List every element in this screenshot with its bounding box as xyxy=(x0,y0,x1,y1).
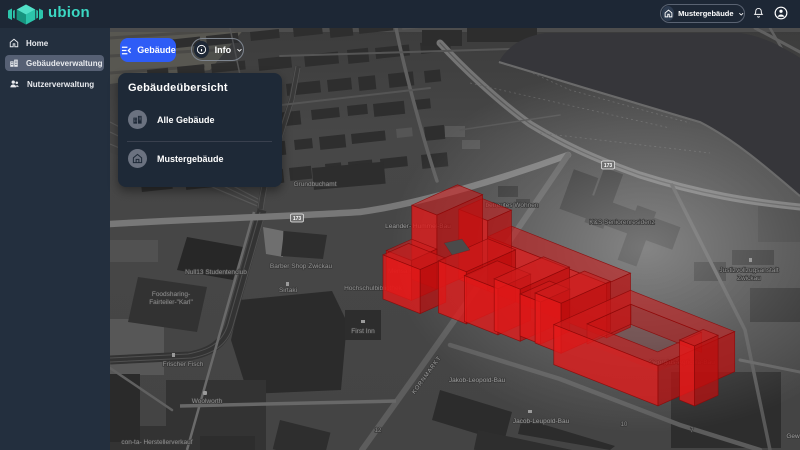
svg-text:Woolworth: Woolworth xyxy=(192,398,223,405)
svg-text:173: 173 xyxy=(604,163,613,169)
svg-text:Frischer Fisch: Frischer Fisch xyxy=(163,361,204,368)
svg-text:12: 12 xyxy=(375,428,382,434)
svg-text:con-ta- Herstellerverkauf: con-ta- Herstellerverkauf xyxy=(121,439,192,446)
svg-text:173: 173 xyxy=(293,216,302,222)
svg-text:Jakob-Leopold-Bau: Jakob-Leopold-Bau xyxy=(449,377,506,384)
svg-text:Justizvollzugsanstalt: Justizvollzugsanstalt xyxy=(719,267,778,274)
svg-text:Null13 Studentenclub: Null13 Studentenclub xyxy=(185,269,247,276)
svg-text:Zwickau: Zwickau xyxy=(737,275,761,282)
svg-text:Grundbuchamt: Grundbuchamt xyxy=(294,181,337,188)
svg-text:10: 10 xyxy=(621,422,628,428)
svg-text:Jacob-Leupold-Bau: Jacob-Leupold-Bau xyxy=(513,418,570,425)
svg-text:Barber Shop Zwickau: Barber Shop Zwickau xyxy=(270,263,333,270)
svg-text:Foodsharing-: Foodsharing- xyxy=(152,291,190,298)
svg-text:K&S Seniorenresidenz: K&S Seniorenresidenz xyxy=(589,219,654,226)
svg-text:Sirtaki: Sirtaki xyxy=(279,287,297,294)
svg-text:Gew: Gew xyxy=(786,433,800,440)
svg-text:First Inn: First Inn xyxy=(351,328,375,335)
svg-text:Fairteiler-"Karl": Fairteiler-"Karl" xyxy=(149,299,193,306)
